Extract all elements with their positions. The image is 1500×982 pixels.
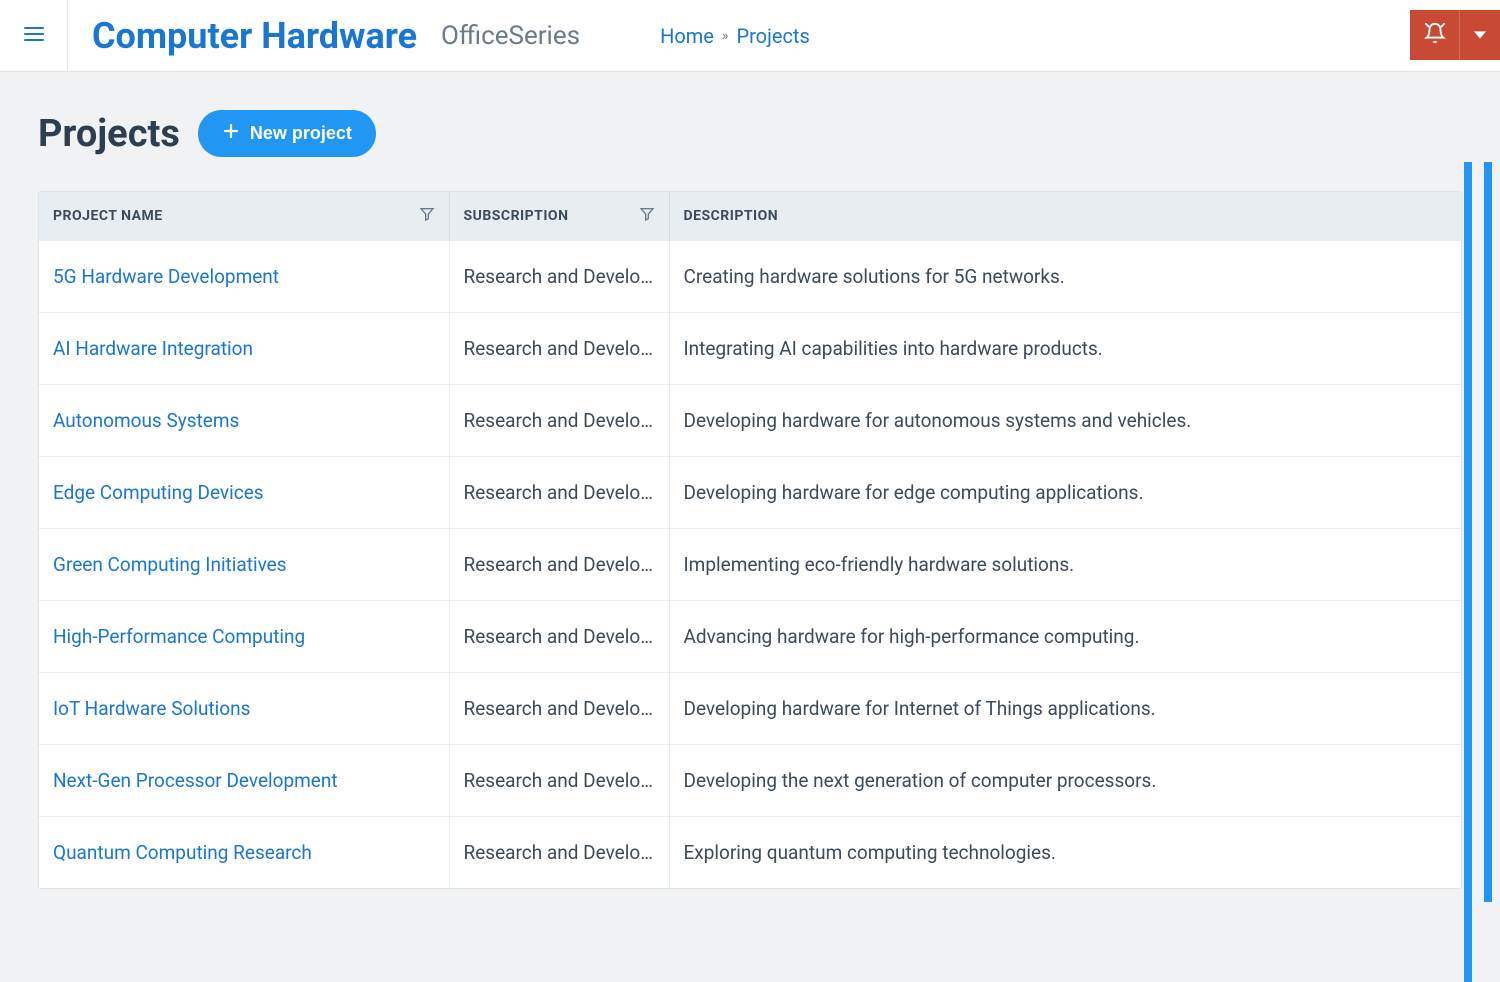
project-link[interactable]: IoT Hardware Solutions bbox=[53, 697, 250, 720]
brand-subtitle: OfficeSeries bbox=[441, 21, 580, 51]
content-area: Projects New project Project Name S bbox=[0, 72, 1500, 927]
filter-icon[interactable] bbox=[639, 206, 655, 226]
hamburger-icon bbox=[22, 22, 46, 50]
brand-title[interactable]: Computer Hardware bbox=[92, 15, 417, 57]
cell-description: Developing hardware for edge computing a… bbox=[669, 457, 1461, 529]
page-header: Projects New project bbox=[38, 110, 1462, 157]
project-link[interactable]: Green Computing Initiatives bbox=[53, 553, 287, 576]
table-row: Next-Gen Processor Development Research … bbox=[39, 745, 1461, 817]
project-link[interactable]: Next-Gen Processor Development bbox=[53, 769, 338, 792]
cell-subscription: Research and Develop… bbox=[449, 529, 669, 601]
filter-icon[interactable] bbox=[419, 206, 435, 226]
column-header-description-label: Description bbox=[684, 208, 779, 224]
chevron-right-icon: » bbox=[722, 28, 729, 44]
column-header-subscription[interactable]: Subscription bbox=[449, 192, 669, 241]
breadcrumb: Home » Projects bbox=[660, 24, 810, 48]
table-row: 5G Hardware Development Research and Dev… bbox=[39, 241, 1461, 313]
cell-description: Exploring quantum computing technologies… bbox=[669, 817, 1461, 889]
cell-subscription: Research and Develop… bbox=[449, 457, 669, 529]
menu-toggle-button[interactable] bbox=[0, 0, 68, 72]
header-actions bbox=[1410, 10, 1500, 60]
table-row: Green Computing Initiatives Research and… bbox=[39, 529, 1461, 601]
cell-description: Developing the next generation of comput… bbox=[669, 745, 1461, 817]
header-dropdown-button[interactable] bbox=[1460, 10, 1500, 60]
table-row: Edge Computing Devices Research and Deve… bbox=[39, 457, 1461, 529]
notifications-button[interactable] bbox=[1410, 10, 1460, 60]
table-row: High-Performance Computing Research and … bbox=[39, 601, 1461, 673]
project-link[interactable]: AI Hardware Integration bbox=[53, 337, 253, 360]
cell-subscription: Research and Develop… bbox=[449, 745, 669, 817]
new-project-label: New project bbox=[250, 123, 352, 144]
breadcrumb-current[interactable]: Projects bbox=[736, 24, 809, 48]
project-link[interactable]: Edge Computing Devices bbox=[53, 481, 264, 504]
project-link[interactable]: Quantum Computing Research bbox=[53, 841, 312, 864]
new-project-button[interactable]: New project bbox=[198, 110, 376, 157]
column-header-description[interactable]: Description bbox=[669, 192, 1461, 241]
scrollbar-vertical[interactable] bbox=[1464, 162, 1472, 982]
table-row: Autonomous Systems Research and Develop…… bbox=[39, 385, 1461, 457]
top-header: Computer Hardware OfficeSeries Home » Pr… bbox=[0, 0, 1500, 72]
cell-subscription: Research and Develop… bbox=[449, 313, 669, 385]
column-header-name[interactable]: Project Name bbox=[39, 192, 449, 241]
cell-subscription: Research and Develop… bbox=[449, 241, 669, 313]
cell-description: Integrating AI capabilities into hardwar… bbox=[669, 313, 1461, 385]
cell-description: Developing hardware for Internet of Thin… bbox=[669, 673, 1461, 745]
cell-subscription: Research and Develop… bbox=[449, 673, 669, 745]
cell-subscription: Research and Develop… bbox=[449, 385, 669, 457]
cell-subscription: Research and Develop… bbox=[449, 817, 669, 889]
scrollbar-vertical[interactable] bbox=[1484, 162, 1492, 902]
projects-table: Project Name Subscription Description bbox=[38, 191, 1462, 889]
column-header-name-label: Project Name bbox=[53, 208, 163, 224]
cell-subscription: Research and Develop… bbox=[449, 601, 669, 673]
column-header-subscription-label: Subscription bbox=[464, 208, 569, 224]
cell-description: Implementing eco-friendly hardware solut… bbox=[669, 529, 1461, 601]
table-row: Quantum Computing Research Research and … bbox=[39, 817, 1461, 889]
plus-icon bbox=[222, 122, 240, 145]
project-link[interactable]: High-Performance Computing bbox=[53, 625, 305, 648]
cell-description: Developing hardware for autonomous syste… bbox=[669, 385, 1461, 457]
bell-icon bbox=[1424, 22, 1446, 48]
project-link[interactable]: 5G Hardware Development bbox=[53, 265, 279, 288]
page-title: Projects bbox=[38, 112, 180, 156]
project-link[interactable]: Autonomous Systems bbox=[53, 409, 239, 432]
table-row: IoT Hardware Solutions Research and Deve… bbox=[39, 673, 1461, 745]
caret-down-icon bbox=[1474, 26, 1486, 45]
cell-description: Advancing hardware for high-performance … bbox=[669, 601, 1461, 673]
cell-description: Creating hardware solutions for 5G netwo… bbox=[669, 241, 1461, 313]
table-row: AI Hardware Integration Research and Dev… bbox=[39, 313, 1461, 385]
breadcrumb-home[interactable]: Home bbox=[660, 24, 714, 48]
